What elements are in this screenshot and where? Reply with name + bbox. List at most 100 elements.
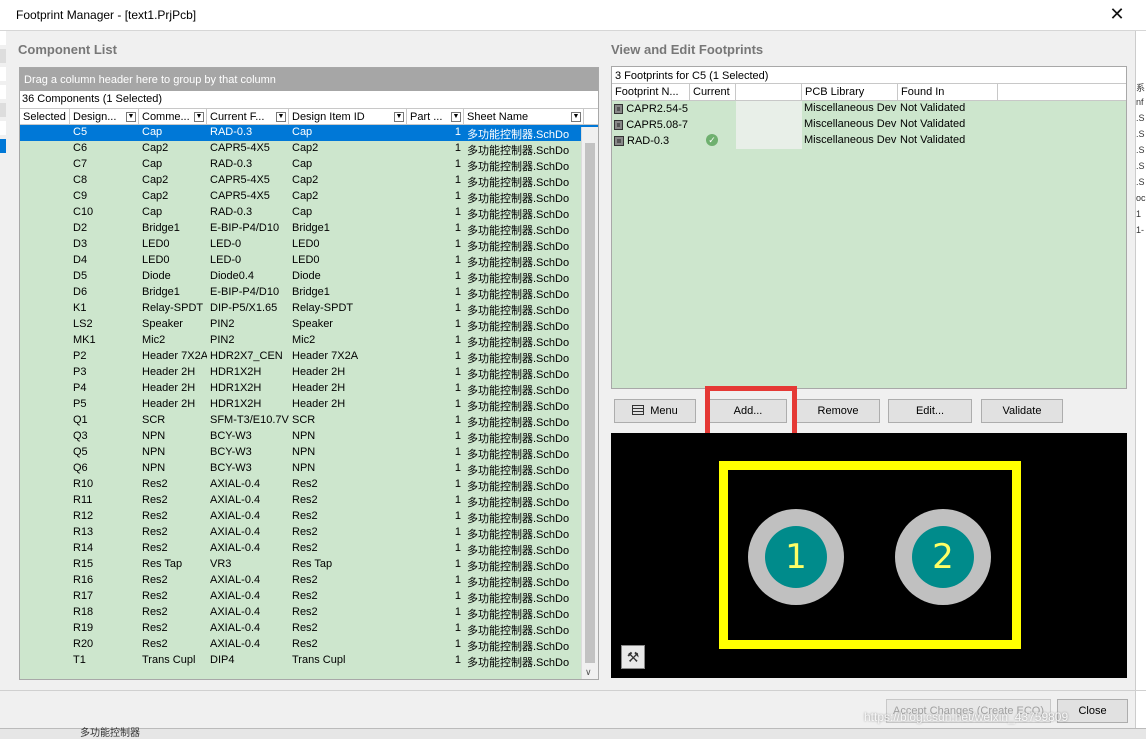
cell-designator: R10 <box>73 478 94 490</box>
table-row[interactable]: D3 LED0 LED-0 LED0 1 多功能控制器.SchDo <box>20 237 598 253</box>
table-row[interactable]: Q1 SCR SFM-T3/E10.7V SCR 1 多功能控制器.SchDo <box>20 413 598 429</box>
table-row[interactable]: R13 Res2 AXIAL-0.4 Res2 1 多功能控制器.SchDo <box>20 525 598 541</box>
table-row[interactable]: P3 Header 2H HDR1X2H Header 2H 1 多功能控制器.SchDo <box>20 365 598 381</box>
group-by-bar[interactable]: Drag a column header here to group by th… <box>20 68 598 91</box>
cell-sheet-name: 多功能控制器.SchDo <box>467 529 570 541</box>
table-row[interactable]: C9 Cap2 CAPR5-4X5 Cap2 1 多功能控制器.SchDo <box>20 189 598 205</box>
chevron-down-icon[interactable]: ▼ <box>276 112 286 122</box>
table-row[interactable]: Q6 NPN BCY-W3 NPN 1 多功能控制器.SchDo <box>20 461 598 477</box>
cell-sheet-name: 多功能控制器.SchDo <box>467 561 570 573</box>
table-row[interactable]: T1 Trans Cupl DIP4 Trans Cupl 1 多功能控制器.SchDo <box>20 653 598 669</box>
table-row[interactable]: P5 Header 2H HDR1X2H Header 2H 1 多功能控制器.SchDo <box>20 397 598 413</box>
cell-sheet-name: 多功能控制器.SchDo <box>467 177 570 189</box>
column-header-pcb-library[interactable]: PCB Library <box>802 84 898 100</box>
close-icon[interactable]: ✕ <box>1100 3 1134 27</box>
column-header-design-item-id[interactable]: Design Item ID ▼ <box>289 109 407 124</box>
table-row[interactable]: C7 Cap RAD-0.3 Cap 1 多功能控制器.SchDo <box>20 157 598 173</box>
component-grid[interactable]: Drag a column header here to group by th… <box>19 67 599 680</box>
table-row[interactable]: Q3 NPN BCY-W3 NPN 1 多功能控制器.SchDo <box>20 429 598 445</box>
table-row[interactable]: R16 Res2 AXIAL-0.4 Res2 1 多功能控制器.SchDo <box>20 573 598 589</box>
table-row[interactable]: C6 Cap2 CAPR5-4X5 Cap2 1 多功能控制器.SchDo <box>20 141 598 157</box>
footprint-row[interactable]: CAPR2.54-5 Miscellaneous Dev Not Validated <box>612 101 1126 117</box>
cell-designator: LS2 <box>73 318 93 330</box>
footprint-row[interactable]: RAD-0.3 ✓ Miscellaneous Dev Not Validated <box>612 133 1126 149</box>
table-row[interactable]: R18 Res2 AXIAL-0.4 Res2 1 多功能控制器.SchDo <box>20 605 598 621</box>
chevron-down-icon[interactable]: ▼ <box>451 112 461 122</box>
footprint-grid[interactable]: 3 Footprints for C5 (1 Selected) Footpri… <box>611 66 1127 389</box>
table-row[interactable]: K1 Relay-SPDT DIP-P5/X1.65 Relay-SPDT 1 多功能控制… <box>20 301 598 317</box>
cell-design-item-id: Mic2 <box>292 334 316 346</box>
footprints-heading: View and Edit Footprints <box>611 42 764 57</box>
cell-current-footprint: BCY-W3 <box>210 430 252 442</box>
chevron-down-icon[interactable]: ▼ <box>194 112 204 122</box>
table-row[interactable]: C8 Cap2 CAPR5-4X5 Cap2 1 多功能控制器.SchDo <box>20 173 598 189</box>
column-header-part[interactable]: Part ... ▼ <box>407 109 464 124</box>
remove-footprint-button[interactable]: Remove <box>796 399 880 423</box>
cell-selected <box>20 189 70 205</box>
scrollbar-thumb[interactable] <box>585 143 595 663</box>
table-row[interactable]: P2 Header 7X2A HDR2X7_CEN Header 7X2A 1 多功能控制… <box>20 349 598 365</box>
table-row[interactable]: MK1 Mic2 PIN2 Mic2 1 多功能控制器.SchDo <box>20 333 598 349</box>
footprint-rows: CAPR2.54-5 Miscellaneous Dev Not Validated… <box>612 101 1126 149</box>
table-row[interactable]: D2 Bridge1 E-BIP-P4/D10 Bridge1 1 多功能控制器.SchD… <box>20 221 598 237</box>
column-header-sheet-name[interactable]: Sheet Name ▼ <box>464 109 584 124</box>
edit-footprint-button[interactable]: Edit... <box>888 399 972 423</box>
table-row[interactable]: LS2 Speaker PIN2 Speaker 1 多功能控制器.SchDo <box>20 317 598 333</box>
table-row[interactable]: D4 LED0 LED-0 LED0 1 多功能控制器.SchDo <box>20 253 598 269</box>
cell-sheet-name: 多功能控制器.SchDo <box>467 161 570 173</box>
table-row[interactable]: R15 Res Tap VR3 Res Tap 1 多功能控制器.SchDo <box>20 557 598 573</box>
table-row[interactable]: Q5 NPN BCY-W3 NPN 1 多功能控制器.SchDo <box>20 445 598 461</box>
cell-current-footprint: AXIAL-0.4 <box>210 638 261 650</box>
cell-current-footprint: AXIAL-0.4 <box>210 606 261 618</box>
cell-part: 1 <box>454 366 461 378</box>
hammer-icon[interactable]: ⚒ <box>621 645 645 669</box>
chevron-down-icon[interactable]: ▼ <box>571 112 581 122</box>
column-header-footprint-name[interactable]: Footprint N... <box>612 84 690 100</box>
table-row[interactable]: R17 Res2 AXIAL-0.4 Res2 1 多功能控制器.SchDo <box>20 589 598 605</box>
cell-design-item-id: Res2 <box>292 526 318 538</box>
table-row[interactable]: R19 Res2 AXIAL-0.4 Res2 1 多功能控制器.SchDo <box>20 621 598 637</box>
cell-part: 1 <box>454 270 461 282</box>
footprint-row[interactable]: CAPR5.08-7 Miscellaneous Dev Not Validated <box>612 117 1126 133</box>
cell-designator: C6 <box>73 142 88 154</box>
cell-design-item-id: NPN <box>292 446 316 458</box>
table-row[interactable]: C5 Cap RAD-0.3 Cap 1 多功能控制器.SchDo <box>20 125 598 141</box>
cell-selected <box>20 253 70 269</box>
cell-designator: R20 <box>73 638 94 650</box>
cell-design-item-id: Res2 <box>292 494 318 506</box>
cell-sheet-name: 多功能控制器.SchDo <box>467 481 570 493</box>
cell-sheet-name: 多功能控制器.SchDo <box>467 145 570 157</box>
column-header-blank[interactable] <box>736 84 802 100</box>
scroll-down-icon[interactable]: ∨ <box>585 667 592 678</box>
component-grid-scrollbar[interactable]: ∨ <box>581 127 598 679</box>
column-header-current[interactable]: Current <box>690 84 736 100</box>
column-header-selected[interactable]: Selected <box>20 109 70 124</box>
chevron-down-icon[interactable]: ▼ <box>394 112 404 122</box>
cell-current-footprint: DIP-P5/X1.65 <box>210 302 278 314</box>
column-header-current-footprint[interactable]: Current F... ▼ <box>207 109 289 124</box>
table-row[interactable]: R11 Res2 AXIAL-0.4 Res2 1 多功能控制器.SchDo <box>20 493 598 509</box>
table-row[interactable]: R20 Res2 AXIAL-0.4 Res2 1 多功能控制器.SchDo <box>20 637 598 653</box>
cell-designator: R11 <box>73 494 93 506</box>
pad-1-label: 1 <box>765 526 827 588</box>
table-row[interactable]: R10 Res2 AXIAL-0.4 Res2 1 多功能控制器.SchDo <box>20 477 598 493</box>
table-row[interactable]: P4 Header 2H HDR1X2H Header 2H 1 多功能控制器.SchDo <box>20 381 598 397</box>
table-row[interactable]: R14 Res2 AXIAL-0.4 Res2 1 多功能控制器.SchDo <box>20 541 598 557</box>
cell-selected <box>20 413 70 429</box>
table-row[interactable]: C10 Cap RAD-0.3 Cap 1 多功能控制器.SchDo <box>20 205 598 221</box>
menu-button[interactable]: Menu <box>614 399 696 423</box>
cell-design-item-id: Header 2H <box>292 382 346 394</box>
table-row[interactable]: D6 Bridge1 E-BIP-P4/D10 Bridge1 1 多功能控制器.SchD… <box>20 285 598 301</box>
cell-comment: Cap2 <box>142 174 169 186</box>
cell-selected <box>20 205 70 221</box>
footprint-preview[interactable]: 1 2 ⚒ <box>611 433 1127 678</box>
chevron-down-icon[interactable]: ▼ <box>126 112 136 122</box>
column-header-comment[interactable]: Comme... ▼ <box>139 109 207 124</box>
column-header-found-in[interactable]: Found In <box>898 84 998 100</box>
validate-button[interactable]: Validate <box>981 399 1063 423</box>
table-row[interactable]: D5 Diode Diode0.4 Diode 1 多功能控制器.SchDo <box>20 269 598 285</box>
background-glyph: .S <box>1136 177 1145 187</box>
cell-found-in: Not Validated <box>900 102 966 114</box>
table-row[interactable]: R12 Res2 AXIAL-0.4 Res2 1 多功能控制器.SchDo <box>20 509 598 525</box>
column-header-designator[interactable]: Design... ▼ <box>70 109 139 124</box>
